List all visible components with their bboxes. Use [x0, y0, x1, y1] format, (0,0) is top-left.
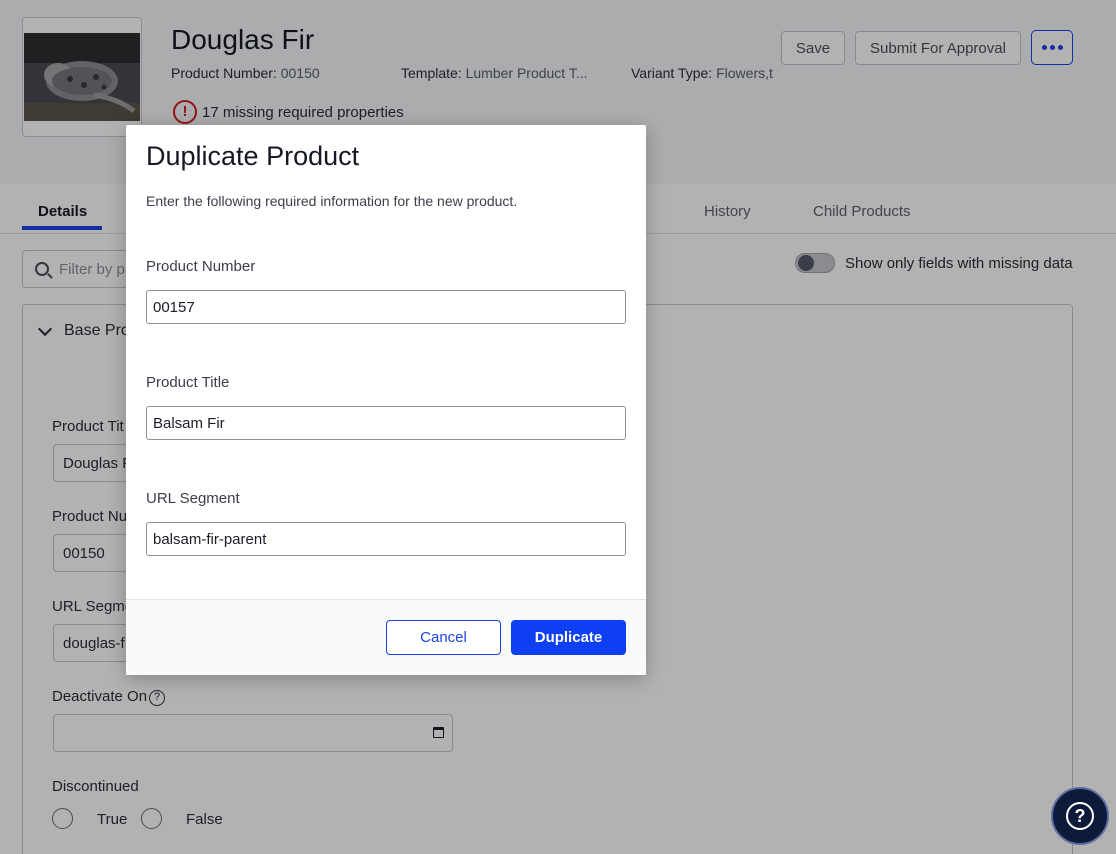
cancel-button[interactable]: Cancel: [386, 620, 501, 655]
dialog-description: Enter the following required information…: [146, 193, 518, 209]
duplicate-product-dialog: Duplicate Product Enter the following re…: [126, 125, 646, 675]
dialog-title: Duplicate Product: [146, 141, 360, 171]
new-url-segment-label: URL Segment: [146, 490, 240, 507]
question-icon: ?: [1066, 802, 1094, 830]
duplicate-button[interactable]: Duplicate: [511, 620, 626, 655]
new-product-title-input[interactable]: [146, 406, 626, 440]
new-product-number-input[interactable]: [146, 290, 626, 324]
new-product-number-label: Product Number: [146, 258, 256, 275]
new-product-title-label: Product Title: [146, 374, 230, 391]
new-url-segment-input[interactable]: [146, 522, 626, 556]
help-button[interactable]: ?: [1051, 787, 1109, 845]
